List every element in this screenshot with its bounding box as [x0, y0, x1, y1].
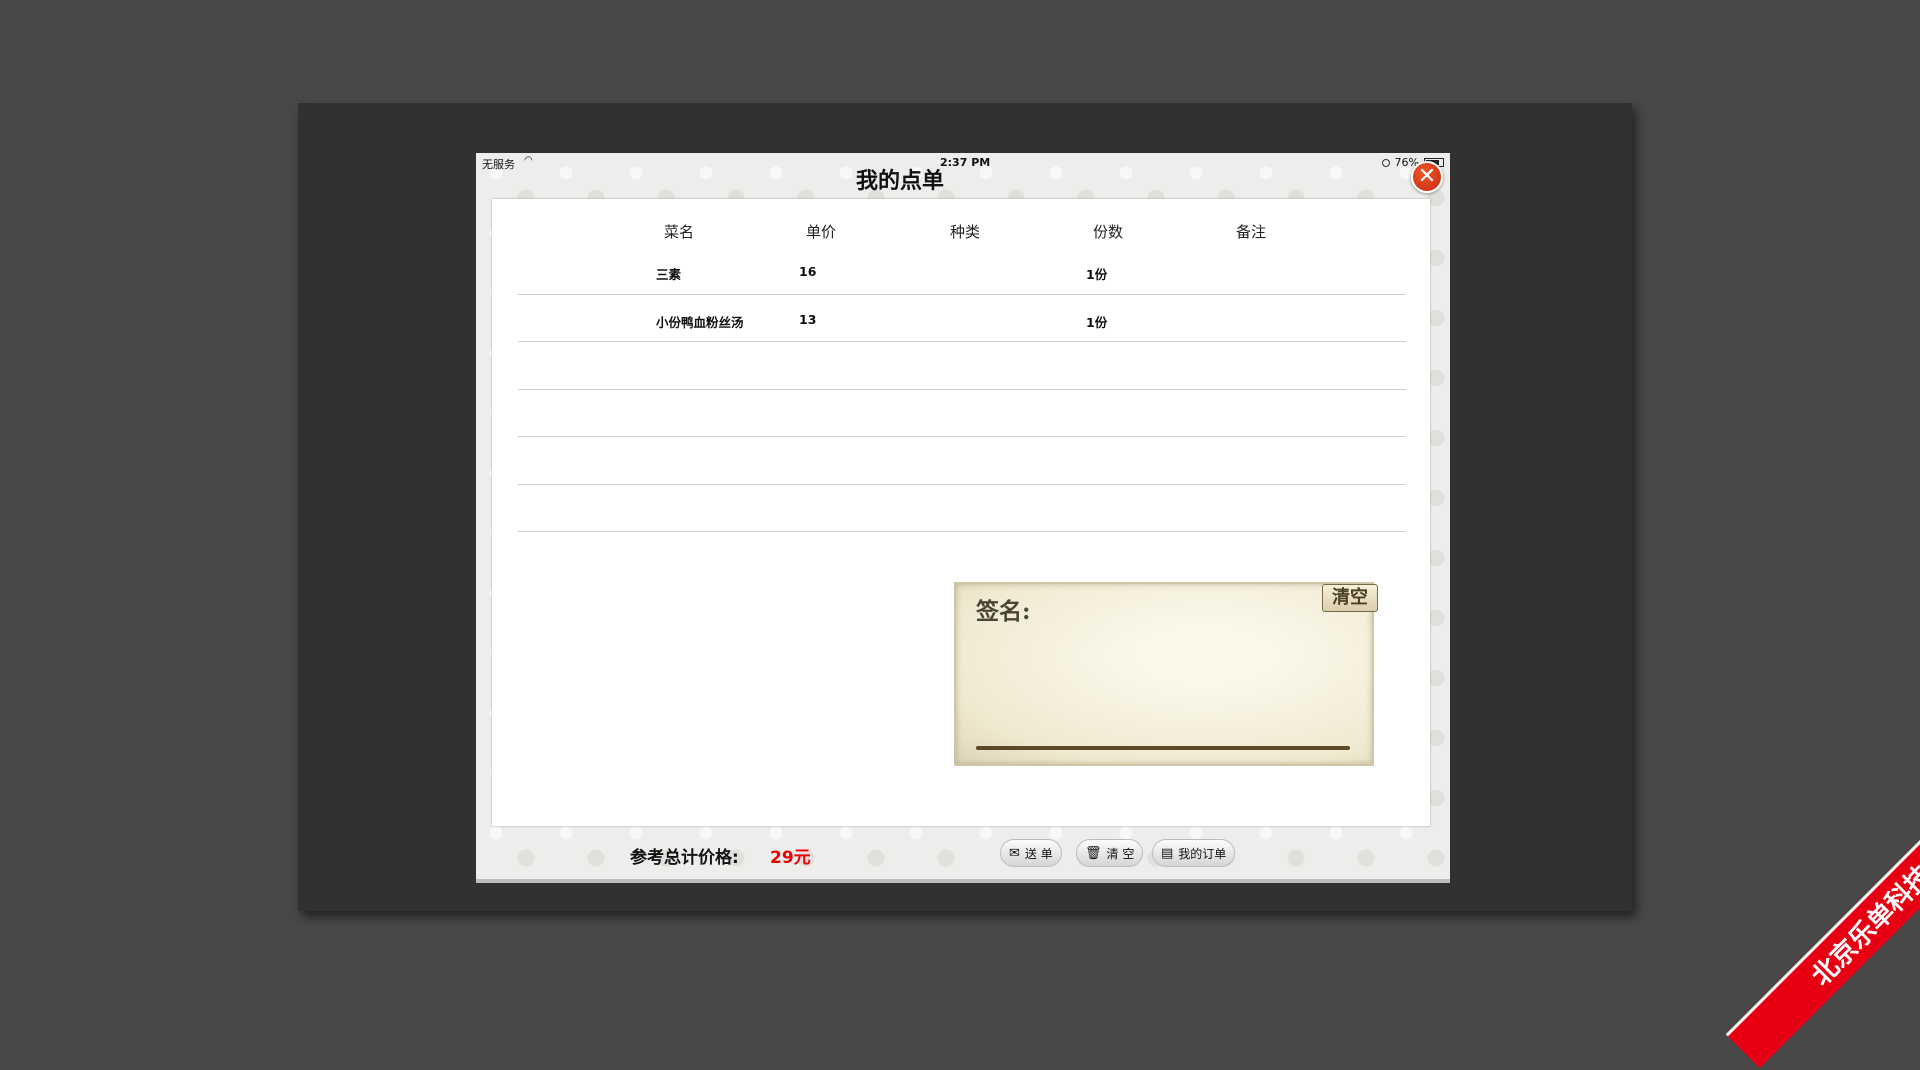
cell-unit-price: 13 — [799, 311, 817, 327]
page-title: 我的点单 — [855, 169, 944, 194]
watermark-ribbon: 北京乐单科技 — [1725, 779, 1920, 1069]
signature-pad[interactable]: 签名: 清空 — [954, 582, 1378, 766]
cell-quantity: 1份 — [1086, 314, 1108, 330]
total-price-value: 29元 — [770, 848, 811, 868]
header-dish-name: 菜名 — [664, 223, 695, 241]
footer-bar: 参考总计价格: 29元 ✉ 送 单 🗑 清 空 ▤ 我的订单 — [476, 828, 1450, 883]
clear-order-button[interactable]: 🗑 清 空 — [1076, 839, 1144, 867]
signature-clear-button[interactable]: 清空 — [1322, 584, 1378, 612]
table-row[interactable]: 三素 16 1份 — [518, 247, 1406, 295]
header-unit-price: 单价 — [806, 223, 837, 241]
send-order-label: 送 单 — [1024, 846, 1053, 861]
table-header: 菜名 单价 种类 份数 备注 — [492, 221, 1430, 245]
table-row[interactable] — [518, 342, 1406, 390]
document-icon: ▤ — [1161, 845, 1174, 861]
trash-icon: 🗑 — [1085, 845, 1102, 861]
header-category: 种类 — [950, 223, 981, 241]
send-order-button[interactable]: ✉ 送 单 — [1000, 839, 1062, 867]
header-remarks: 备注 — [1236, 223, 1267, 241]
cell-dish-name: 小份鸭血粉丝汤 — [656, 314, 744, 330]
cell-unit-price: 16 — [799, 264, 817, 279]
location-icon — [1381, 158, 1390, 167]
order-panel: 菜名 单价 种类 份数 备注 三素 16 1份 小份鸭血粉丝汤 13 1份 签名… — [492, 199, 1430, 826]
clear-order-label: 清 空 — [1106, 846, 1135, 861]
header-quantity: 份数 — [1093, 223, 1124, 241]
signature-line — [976, 746, 1350, 750]
my-orders-label: 我的订单 — [1178, 846, 1227, 861]
close-button[interactable]: ✕ — [1411, 161, 1443, 193]
cell-quantity: 1份 — [1086, 267, 1108, 282]
bottom-divider — [476, 879, 1450, 883]
table-row[interactable]: 小份鸭血粉丝汤 13 1份 — [518, 295, 1406, 342]
my-orders-button[interactable]: ▤ 我的订单 — [1152, 839, 1236, 867]
ipad-screen: 无服务 ◠ 2:37 PM 76% 我的点单 ✕ 菜名 单价 种类 份数 备注 … — [476, 153, 1450, 883]
order-rows: 三素 16 1份 小份鸭血粉丝汤 13 1份 — [518, 247, 1406, 532]
cell-dish-name: 三素 — [656, 267, 682, 282]
table-row[interactable] — [518, 485, 1406, 532]
signature-label: 签名: — [976, 598, 1031, 625]
envelope-icon: ✉ — [1009, 845, 1020, 861]
total-price-label: 参考总计价格: — [630, 848, 739, 868]
table-row[interactable] — [518, 390, 1406, 437]
table-row[interactable] — [518, 437, 1406, 485]
